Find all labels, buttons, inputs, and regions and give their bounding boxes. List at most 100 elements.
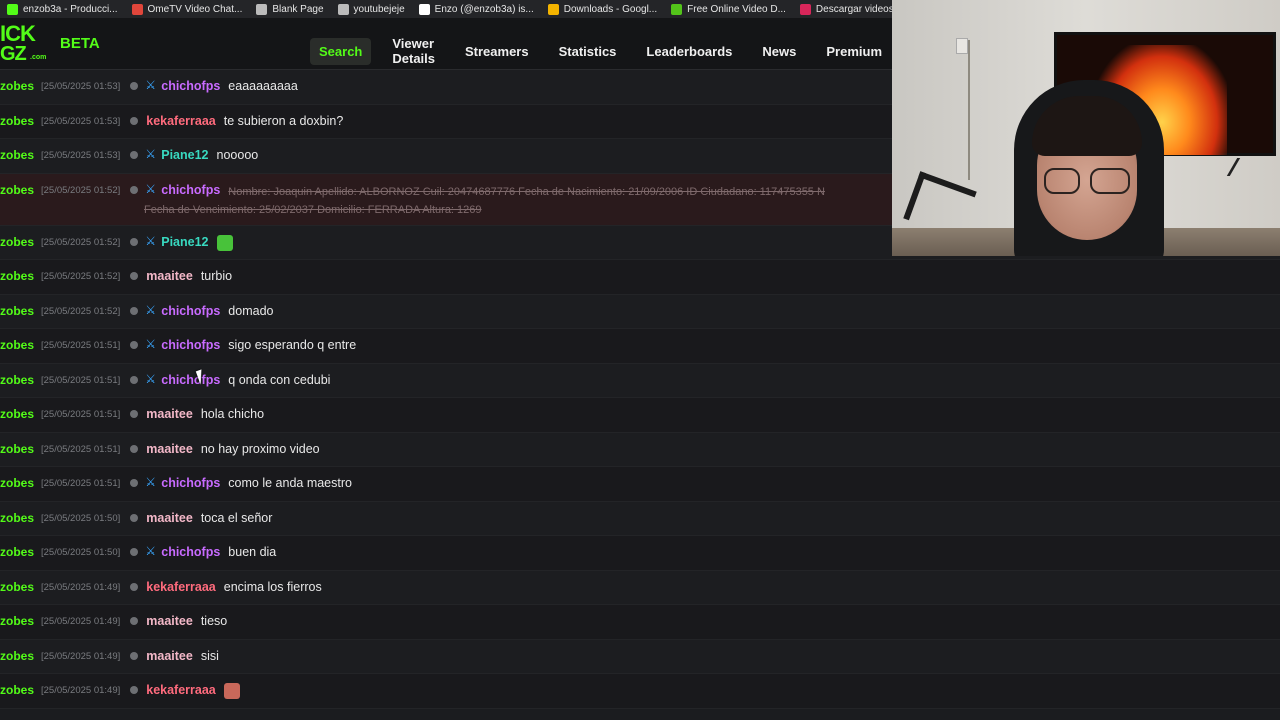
chat-message-row[interactable]: zobes [25/05/2025 01:50] maaitee toca el se… (0, 501, 1280, 536)
chat-message-row[interactable]: zobes [25/05/2025 01:49] maaitee sisi (0, 639, 1280, 674)
chat-username[interactable]: chichofps (161, 79, 220, 93)
channel-name[interactable]: zobes (0, 269, 38, 283)
info-icon[interactable] (130, 272, 139, 280)
info-icon[interactable] (130, 185, 139, 194)
info-icon[interactable] (130, 341, 139, 349)
nav-link-search[interactable]: Search (310, 37, 372, 65)
chat-message-row[interactable]: zobes [25/05/2025 01:51] ⚔ chichofps q onda … (0, 363, 1280, 398)
chat-message-row[interactable]: zobes [25/05/2025 01:49] maaitee tieso (0, 605, 1280, 640)
channel-name[interactable]: zobes (0, 148, 38, 162)
site-logo[interactable]: ICK GZ .com (0, 18, 48, 70)
logo-suffix: .com (30, 53, 47, 61)
badge-spacer (138, 511, 142, 525)
channel-name[interactable]: zobes (0, 614, 38, 628)
channel-name[interactable]: zobes (0, 545, 38, 559)
info-icon[interactable] (130, 116, 139, 125)
chat-username[interactable]: maaitee (146, 511, 193, 525)
message-timestamp: [25/05/2025 01:49] (41, 650, 121, 662)
channel-name[interactable]: zobes (0, 235, 38, 249)
deleted-message-text-continued: Fecha de Vencimiento: 25/02/2037 Domicil… (144, 203, 482, 216)
chat-username[interactable]: Piane12 (161, 148, 208, 162)
info-icon[interactable] (130, 686, 139, 694)
chat-username[interactable]: chichofps (161, 338, 220, 352)
chat-username[interactable]: maaitee (146, 649, 193, 663)
chat-message-text: te subieron a doxbin? (223, 113, 344, 128)
chat-message-row[interactable]: zobes [25/05/2025 01:52] ⚔ chichofps domado (0, 294, 1280, 329)
message-timestamp: [25/05/2025 01:49] (41, 616, 121, 627)
channel-name[interactable]: zobes (0, 649, 38, 663)
chat-username[interactable]: chichofps (161, 545, 220, 559)
channel-name[interactable]: zobes (0, 304, 38, 318)
chat-message-row[interactable]: zobes [25/05/2025 01:49] kekaferraaa (0, 674, 1280, 709)
channel-name[interactable]: zobes (0, 373, 38, 387)
channel-name[interactable]: zobes (0, 683, 38, 697)
chat-username[interactable]: kekaferraaa (146, 580, 216, 594)
channel-name[interactable]: zobes (0, 442, 38, 456)
channel-name[interactable]: zobes (0, 79, 38, 93)
info-icon[interactable] (130, 306, 139, 315)
chat-username[interactable]: maaitee (146, 442, 193, 456)
info-icon[interactable] (130, 513, 139, 522)
bookmark-item[interactable]: OmeTV Video Chat... (125, 0, 250, 18)
channel-name[interactable]: zobes (0, 114, 38, 128)
chat-username[interactable]: kekaferraaa (146, 683, 216, 699)
bookmark-item[interactable]: Free Online Video D... (664, 0, 793, 18)
chat-username[interactable]: maaitee (146, 407, 193, 421)
bookmark-item[interactable]: Enzo (@enzob3a) is... (412, 0, 541, 18)
channel-name[interactable]: zobes (0, 476, 38, 490)
chat-message-row[interactable]: zobes [25/05/2025 01:51] ⚔ chichofps como le… (0, 467, 1280, 502)
info-icon[interactable] (130, 444, 139, 453)
chat-username[interactable]: chichofps (161, 373, 220, 387)
chat-username[interactable]: maaitee (146, 614, 193, 628)
message-timestamp: [25/05/2025 01:52] (41, 236, 121, 248)
chat-message-row[interactable]: zobes [25/05/2025 01:51] maaitee hola chich… (0, 398, 1280, 433)
nav-link-statistics[interactable]: Statistics (544, 38, 632, 65)
chat-username[interactable]: chichofps (161, 476, 220, 490)
chat-username[interactable]: maaitee (146, 269, 193, 283)
channel-name[interactable]: zobes (0, 183, 38, 197)
channel-name[interactable]: zobes (0, 338, 38, 352)
nav-link-leaderboards[interactable]: Leaderboards (631, 38, 747, 65)
bookmark-item[interactable]: youtubejeje (331, 0, 412, 18)
message-body: ⚔ Piane12 nooooo (138, 148, 258, 162)
nav-link-viewer-details[interactable]: Viewer Details (377, 30, 450, 72)
message-body: maaitee no hay proximo video (138, 442, 319, 456)
chat-username[interactable]: kekaferraaa (146, 114, 216, 128)
globe-icon (337, 3, 349, 15)
nav-link-premium[interactable]: Premium (811, 38, 897, 65)
bookmark-item[interactable]: Descargar videos de... (793, 0, 900, 18)
info-icon[interactable] (130, 151, 139, 159)
info-icon[interactable] (130, 617, 139, 625)
channel-name[interactable]: zobes (0, 511, 38, 525)
chat-username[interactable]: Piane12 (161, 235, 208, 251)
info-icon[interactable] (130, 237, 139, 246)
channel-name[interactable]: zobes (0, 580, 38, 594)
info-icon[interactable] (130, 410, 139, 418)
chat-message-text: encima los fierros (223, 579, 322, 594)
info-icon[interactable] (130, 548, 139, 556)
bookmark-item[interactable]: enzob3a - Producci... (0, 0, 125, 18)
bookmark-item[interactable]: Downloads - Googl... (541, 0, 664, 18)
info-icon[interactable] (130, 375, 139, 384)
info-icon[interactable] (130, 82, 139, 90)
chat-message-row[interactable]: zobes [25/05/2025 01:51] maaitee no hay pro… (0, 432, 1280, 467)
glasses-left-lens (1044, 168, 1080, 194)
chat-message-row[interactable]: zobes [25/05/2025 01:52] maaitee turbio (0, 260, 1280, 295)
info-icon[interactable] (130, 651, 139, 660)
nav-link-streamers[interactable]: Streamers (450, 38, 544, 65)
chat-message-row[interactable]: zobes [25/05/2025 01:49] kekaferraaa encima… (0, 570, 1280, 605)
nav-link-news[interactable]: News (747, 38, 811, 65)
download-icon (671, 3, 683, 15)
bookmark-label: Free Online Video D... (687, 3, 786, 15)
channel-name[interactable]: zobes (0, 407, 38, 421)
chat-message-row[interactable]: zobes [25/05/2025 01:50] ⚔ chichofps buen di… (0, 536, 1280, 571)
chat-username[interactable]: chichofps (161, 183, 220, 202)
message-timestamp: [25/05/2025 01:51] (41, 409, 121, 420)
moderator-badge-icon: ⚔ (145, 475, 157, 489)
info-icon[interactable] (130, 479, 139, 487)
chat-username[interactable]: chichofps (161, 304, 220, 318)
chat-message-text: eaaaaaaaaa (228, 79, 298, 93)
chat-message-row[interactable]: zobes [25/05/2025 01:51] ⚔ chichofps sigo es… (0, 329, 1280, 364)
bookmark-item[interactable]: Blank Page (249, 0, 330, 18)
info-icon[interactable] (130, 582, 139, 591)
